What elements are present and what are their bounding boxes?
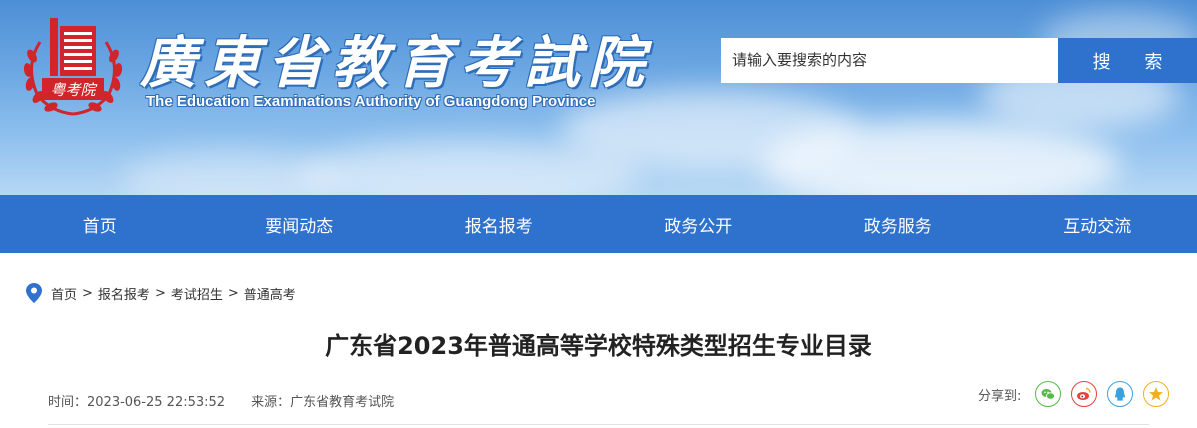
site-subtitle: The Education Examinations Authority of … — [146, 93, 596, 110]
banner-cloud — [120, 150, 340, 195]
nav-item-registration[interactable]: 报名报考 — [399, 195, 599, 253]
qq-icon[interactable] — [1107, 381, 1134, 407]
search-button[interactable]: 搜 索 — [1058, 38, 1197, 83]
nav-item-news[interactable]: 要闻动态 — [200, 195, 400, 253]
qzone-icon[interactable] — [1143, 381, 1170, 407]
location-pin-icon — [26, 283, 42, 303]
site-logo[interactable]: 粤考院 — [18, 12, 128, 122]
breadcrumb-separator: > — [82, 285, 93, 301]
breadcrumb-item-admissions[interactable]: 考试招生 — [171, 284, 223, 303]
content-divider — [48, 424, 1149, 425]
wechat-icon[interactable] — [1035, 381, 1062, 407]
breadcrumb-item-home[interactable]: 首页 — [51, 284, 77, 303]
logo-emblem-icon: 粤考院 — [23, 18, 123, 116]
nav-item-services[interactable]: 政务服务 — [798, 195, 998, 253]
main-nav: 首页 要闻动态 报名报考 政务公开 政务服务 互动交流 — [0, 195, 1197, 253]
breadcrumb-item-registration[interactable]: 报名报考 — [98, 284, 150, 303]
article-meta: 时间：2023-06-25 22:53:52 来源：广东省教育考试院 — [48, 391, 394, 410]
weibo-icon[interactable] — [1071, 381, 1098, 407]
article-source: 来源：广东省教育考试院 — [251, 395, 395, 410]
search-input[interactable] — [721, 38, 1058, 83]
publish-time: 时间：2023-06-25 22:53:52 — [48, 395, 226, 410]
breadcrumb: 首页 > 报名报考 > 考试招生 > 普通高考 — [26, 283, 296, 303]
breadcrumb-item-gaokao[interactable]: 普通高考 — [244, 284, 296, 303]
breadcrumb-separator: > — [154, 285, 166, 301]
share-bar: 分享到: — [978, 381, 1179, 407]
breadcrumb-separator: > — [227, 285, 239, 301]
site-title: 廣東省教育考試院 — [140, 30, 652, 96]
logo-text: 粤考院 — [50, 81, 97, 99]
nav-item-public-affairs[interactable]: 政务公开 — [599, 195, 799, 253]
share-label: 分享到: — [978, 388, 1022, 404]
article-title: 广东省2023年普通高等学校特殊类型招生专业目录 — [325, 332, 872, 360]
search-box — [721, 38, 1058, 83]
header-banner: 粤考院 廣東省教育考試院 The Education Examinations … — [0, 0, 1197, 195]
nav-item-interaction[interactable]: 互动交流 — [998, 195, 1197, 253]
nav-item-home[interactable]: 首页 — [0, 195, 200, 253]
